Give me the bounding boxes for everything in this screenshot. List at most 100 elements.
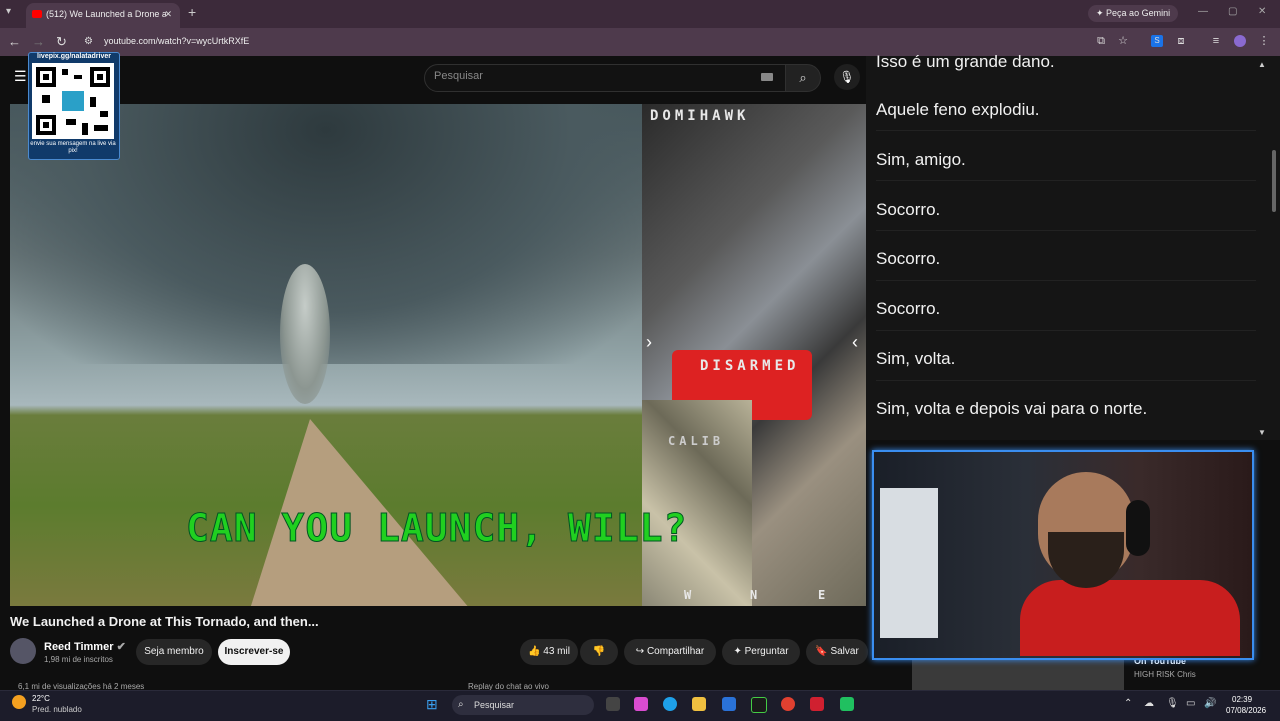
save-label: Salvar [830, 646, 859, 657]
tab-close-icon[interactable]: ✕ [164, 3, 172, 25]
save-button[interactable]: 🔖 Salvar [806, 639, 868, 665]
transcript-line[interactable]: Socorro. [876, 200, 940, 220]
like-button[interactable]: 👍 43 mil [520, 639, 578, 665]
transcript-line[interactable]: Isso é um grande dano. [876, 52, 1055, 72]
volume-icon[interactable]: 🔊 [1204, 698, 1216, 709]
tray-chevron-icon[interactable]: ⌃ [1124, 698, 1132, 709]
extensions-icon[interactable]: ⧈ [1175, 35, 1187, 47]
prev-arrow-icon[interactable]: ‹ [852, 332, 858, 353]
transcript-line[interactable]: Aquele feno explodiu. [876, 100, 1040, 120]
app-red-icon[interactable] [810, 697, 824, 711]
install-app-icon[interactable]: ⧉ [1095, 35, 1107, 47]
divider [876, 130, 1256, 131]
transcript-line[interactable]: Socorro. [876, 249, 940, 269]
taskbar-search-label: Pesquisar [474, 700, 515, 710]
transcript-line[interactable]: Sim, amigo. [876, 150, 966, 170]
channel-name[interactable]: Reed Timmer ✔ [44, 640, 126, 653]
scrollbar-thumb[interactable] [1272, 150, 1276, 212]
next-arrow-icon[interactable]: › [646, 332, 652, 353]
forward-icon[interactable]: → [32, 34, 45, 49]
reload-icon[interactable]: ↻ [56, 34, 67, 50]
site-info-icon[interactable]: ⚙ [84, 36, 93, 47]
gemini-label: Peça ao Gemini [1106, 8, 1171, 18]
new-tab-button[interactable]: + [188, 4, 196, 20]
hud-disarmed: DISARMED [700, 358, 800, 374]
dislike-button[interactable]: 👎 [580, 639, 618, 665]
livepix-url: livepix.gg/nalatadriver [37, 53, 111, 60]
verified-icon: ✔ [116, 641, 126, 653]
sparkle-icon: ✦ [733, 646, 742, 657]
search-icon: ⌕ [458, 699, 464, 710]
url-field[interactable]: youtube.com/watch?v=wycUrtkRXfE [104, 36, 249, 46]
streamer-shirt [1020, 580, 1240, 656]
scroll-up-icon[interactable]: ▲ [1258, 60, 1266, 69]
scroll-down-icon[interactable]: ▼ [1258, 428, 1266, 437]
pc-case [880, 488, 938, 638]
camo-sleeve [642, 400, 752, 606]
minimize-icon[interactable]: — [1198, 6, 1208, 17]
nvidia-icon[interactable] [751, 697, 767, 713]
gemini-button[interactable]: ✦ Peça ao Gemini [1088, 5, 1179, 22]
divider [876, 330, 1256, 331]
hud-calib: CALIB [668, 434, 725, 448]
chrome-icon[interactable] [781, 697, 795, 711]
search-placeholder: Pesquisar [434, 70, 483, 82]
keyboard-icon[interactable] [761, 73, 773, 81]
qr-code-icon [32, 63, 114, 139]
tab-title: (512) We Launched a Drone at This Tornad… [46, 9, 166, 19]
app-green-icon[interactable] [840, 697, 854, 711]
window-close-icon[interactable]: ✕ [1258, 6, 1266, 17]
thumbs-up-icon: 👍 [528, 646, 541, 657]
suggested-video-thumbnail[interactable] [912, 656, 1124, 690]
bookmark-icon: 🔖 [815, 646, 828, 657]
transcript-scrollbar[interactable] [1270, 66, 1276, 436]
transcript-line[interactable]: Sim, volta e depois vai para o norte. [876, 399, 1147, 419]
mic-tray-icon[interactable]: 🎙 [1166, 698, 1179, 709]
clock-date[interactable]: 07/08/2026 [1226, 706, 1266, 715]
join-button[interactable]: Seja membro [136, 639, 212, 665]
subscribe-button[interactable]: Inscrever-se [218, 639, 290, 665]
share-icon: ↪ [635, 646, 645, 657]
suggested-channel: HIGH RISK Chris [1134, 670, 1196, 679]
channel-avatar[interactable] [10, 638, 36, 664]
reading-list-icon[interactable]: ≡ [1210, 35, 1222, 47]
headset-icon [1126, 500, 1150, 556]
hud-compass-w: W [684, 588, 696, 602]
outlook-icon[interactable] [722, 697, 736, 711]
profile-avatar-icon[interactable] [1234, 35, 1246, 47]
weather-icon[interactable] [12, 695, 26, 709]
like-count: 43 mil [543, 646, 570, 657]
transcript-line[interactable]: Socorro. [876, 299, 940, 319]
ask-label: Perguntar [744, 646, 789, 657]
search-button[interactable]: ⌕ [785, 64, 821, 92]
edge-icon[interactable] [663, 697, 677, 711]
voice-search-button[interactable]: 🎙 [834, 64, 860, 90]
microphone-icon: 🎙 [839, 70, 855, 84]
ask-button[interactable]: ✦ Perguntar [722, 639, 800, 665]
extension-s-icon[interactable]: S [1151, 35, 1163, 47]
divider [876, 180, 1256, 181]
cloud-icon[interactable]: ☁ [1144, 698, 1154, 709]
hud-compass-e: E [818, 588, 830, 602]
hud-brand: DOMIHAWK [650, 108, 750, 124]
transcript-line[interactable]: Sim, volta. [876, 349, 955, 369]
file-explorer-icon[interactable] [692, 697, 706, 711]
video-caption: CAN YOU LAUNCH, WILL? [185, 506, 688, 551]
temperature[interactable]: 22°C [32, 694, 50, 703]
bookmark-star-icon[interactable]: ☆ [1117, 35, 1129, 47]
menu-hamburger-icon[interactable]: ☰ [14, 68, 27, 85]
browser-tab[interactable]: (512) We Launched a Drone at This Tornad… [26, 3, 180, 28]
maximize-icon[interactable]: ▢ [1228, 6, 1237, 17]
tab-list-icon[interactable]: ▾ [6, 6, 11, 17]
clock-time[interactable]: 02:39 [1232, 695, 1252, 704]
copilot-icon[interactable] [634, 697, 648, 711]
task-view-icon[interactable] [606, 697, 620, 711]
livepix-message: envie sua mensagem na live via pix! [30, 141, 116, 154]
network-icon[interactable]: ▭ [1186, 698, 1195, 709]
weather-condition[interactable]: Pred. nublado [32, 705, 82, 714]
browser-menu-icon[interactable]: ⋮ [1258, 35, 1270, 47]
divider [876, 230, 1256, 231]
back-icon[interactable]: ← [8, 34, 21, 49]
windows-start-icon[interactable]: ⊞ [426, 697, 440, 711]
share-button[interactable]: ↪ Compartilhar [624, 639, 716, 665]
